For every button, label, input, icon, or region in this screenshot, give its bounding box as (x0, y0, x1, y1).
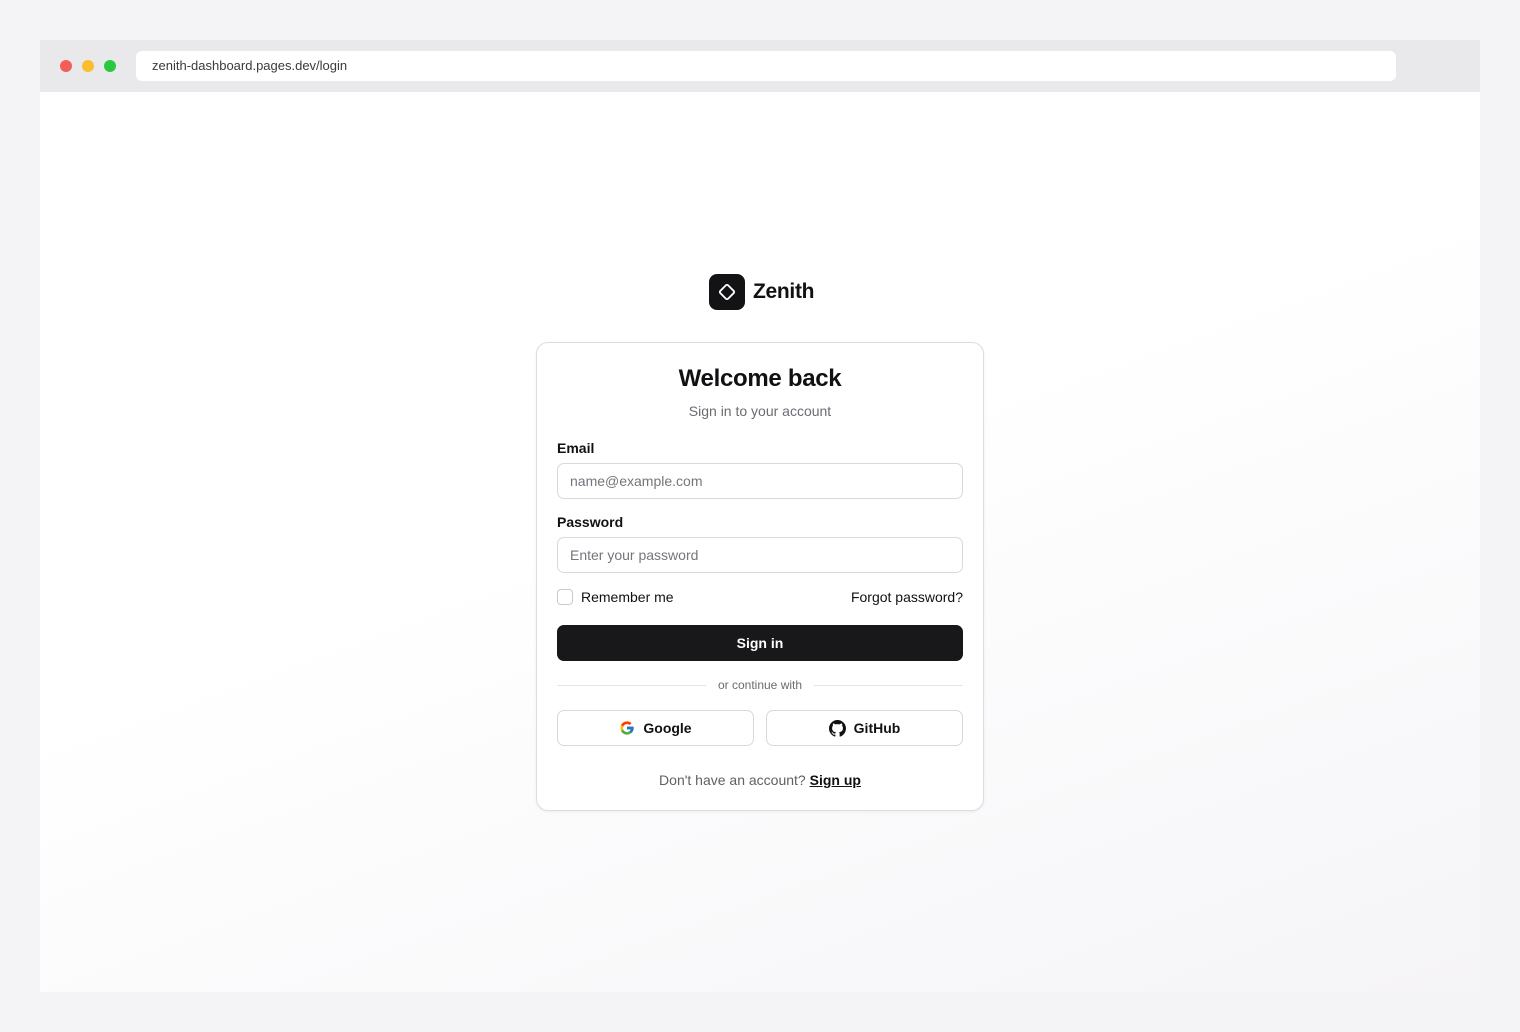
email-label: Email (557, 440, 595, 456)
brand-name: Zenith (753, 280, 815, 303)
divider-text: or continue with (717, 678, 803, 692)
page-subtitle: Sign in to your account (688, 403, 832, 419)
forgot-password-link[interactable]: Forgot password? (851, 589, 963, 605)
login-card: Welcome back Sign in to your account Ema… (536, 342, 984, 811)
google-label: Google (643, 720, 692, 736)
page-title: Welcome back (678, 365, 842, 392)
diamond-icon (718, 283, 736, 301)
github-label: GitHub (853, 720, 901, 736)
browser-chrome: zenith-dashboard.pages.dev/login (40, 40, 1480, 92)
remember-me-checkbox[interactable] (557, 589, 573, 605)
remember-me[interactable]: Remember me (557, 589, 674, 605)
remember-me-label: Remember me (581, 589, 674, 605)
brand-logo (709, 274, 745, 310)
signup-prompt-text: Don't have an account? (659, 772, 806, 788)
password-field[interactable] (557, 537, 963, 573)
sign-up-link[interactable]: Sign up (810, 772, 861, 788)
divider-line (557, 684, 706, 686)
close-window-button[interactable] (60, 60, 72, 72)
google-signin-button[interactable]: Google (557, 710, 754, 746)
password-label: Password (557, 514, 624, 530)
sign-in-button[interactable]: Sign in (557, 625, 963, 661)
minimize-window-button[interactable] (82, 60, 94, 72)
signup-prompt: Don't have an account? Sign up (537, 772, 983, 788)
browser-window: zenith-dashboard.pages.dev/login Zenith … (40, 40, 1480, 992)
divider-line (814, 684, 964, 686)
divider: or continue with (557, 677, 964, 693)
address-bar[interactable]: zenith-dashboard.pages.dev/login (136, 51, 1396, 81)
github-signin-button[interactable]: GitHub (766, 710, 963, 746)
brand-header: Zenith (709, 274, 815, 310)
page-viewport: Zenith Welcome back Sign in to your acco… (40, 92, 1480, 992)
google-icon (620, 721, 635, 735)
maximize-window-button[interactable] (104, 60, 116, 72)
email-field[interactable] (557, 463, 963, 499)
github-icon (828, 719, 846, 737)
